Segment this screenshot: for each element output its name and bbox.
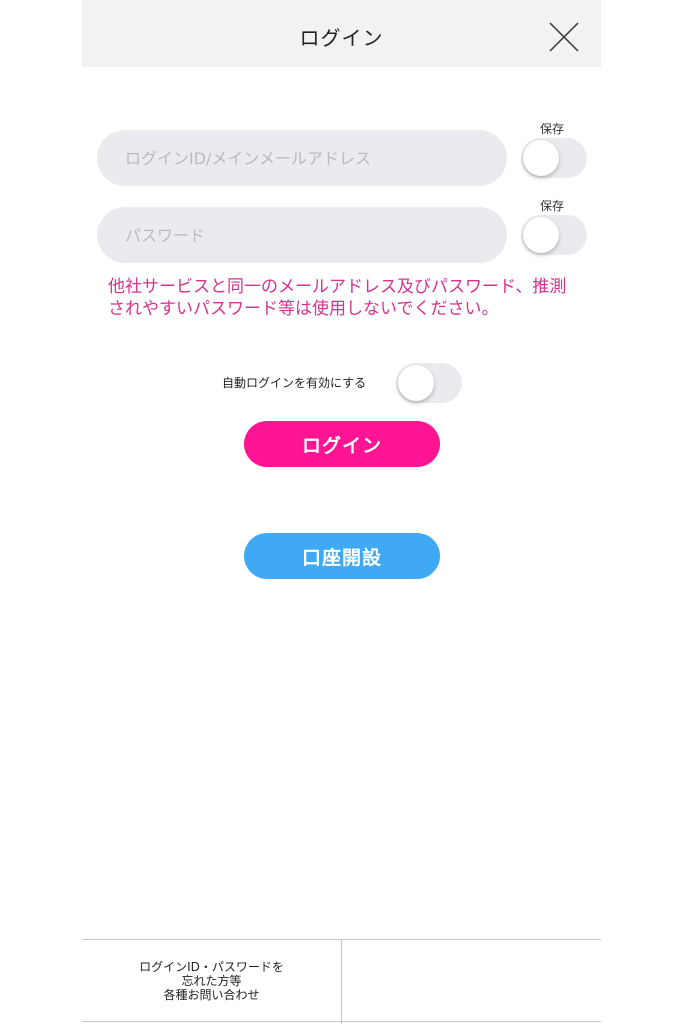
save-password-label: 保存	[540, 199, 565, 213]
password-input[interactable]	[97, 207, 507, 263]
login-id-input[interactable]	[97, 130, 507, 186]
forgot-credentials-link[interactable]: ログインID・パスワードを 忘れた方等 各種お問い合わせ	[82, 960, 341, 1002]
auto-login-label: 自動ログインを有効にする	[222, 376, 367, 390]
password-warning-text: 他社サービスと同一のメールアドレス及びパスワード、推測されやすいパスワード等は使…	[108, 277, 567, 319]
auto-login-toggle[interactable]	[396, 363, 462, 403]
footer-vertical-divider	[341, 939, 342, 1024]
save-password-toggle[interactable]	[521, 215, 587, 255]
toggle-knob	[523, 217, 559, 253]
forgot-line-1: ログインID・パスワードを	[139, 960, 284, 974]
login-screen: ログイン 保存 保存 他社サービスと同一のメールアドレス及びパスワード、推測され…	[82, 0, 601, 1024]
forgot-line-3: 各種お問い合わせ	[163, 988, 260, 1002]
open-account-button[interactable]: 口座開設	[244, 533, 440, 579]
close-button[interactable]	[547, 20, 581, 54]
save-id-label: 保存	[540, 122, 565, 136]
save-id-toggle[interactable]	[521, 138, 587, 178]
toggle-knob	[523, 140, 559, 176]
close-icon	[549, 22, 579, 52]
page-title: ログイン	[299, 26, 384, 50]
forgot-line-2: 忘れた方等	[181, 974, 242, 988]
header-bar: ログイン	[82, 0, 601, 67]
toggle-knob	[398, 365, 434, 401]
footer-bottom-divider	[82, 1021, 601, 1022]
login-button[interactable]: ログイン	[244, 421, 440, 467]
